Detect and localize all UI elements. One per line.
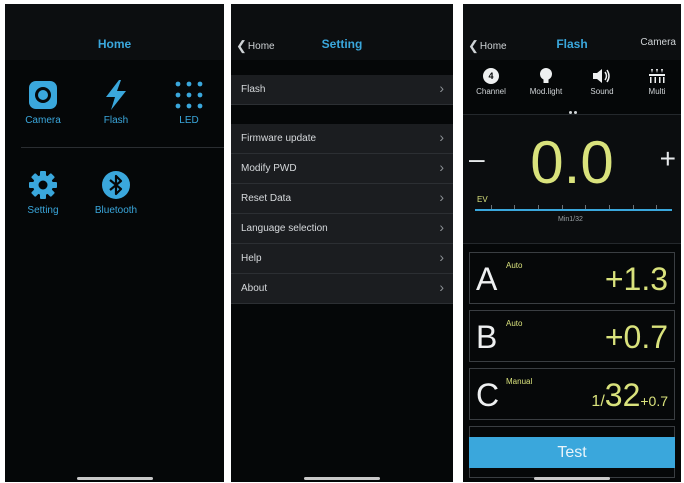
ev-value: 0.0: [530, 129, 614, 196]
channel-value: +1.3: [604, 261, 668, 297]
camera-label: Camera: [25, 115, 61, 126]
setting-item-label: Reset Data: [241, 193, 292, 204]
mode-label: Sound: [590, 87, 614, 96]
home-header: Home: [5, 4, 224, 60]
channel-mode: Manual: [506, 377, 533, 386]
setting-header: ❮Home Setting: [231, 4, 453, 60]
channel-row-c[interactable]: C Manual 1/32+0.7: [469, 368, 675, 420]
chevron-right-icon: ›: [439, 219, 444, 235]
setting-title: Setting: [321, 37, 363, 51]
mode-label: Multi: [648, 87, 666, 96]
setting-item-label: About: [241, 283, 268, 294]
ev-slider[interactable]: [475, 209, 672, 211]
led-label: LED: [179, 115, 199, 126]
home-divider: [21, 147, 224, 148]
bluetooth-tile[interactable]: Bluetooth: [80, 168, 152, 216]
home-indicator: [76, 477, 153, 480]
led-tile[interactable]: LED: [153, 78, 224, 126]
setting-item-label: Help: [241, 253, 262, 264]
channel-mode: Auto: [506, 261, 523, 270]
channel-letter: A: [476, 261, 498, 297]
home-title: Home: [97, 37, 132, 51]
flash-screen: ❮Home Flash Camera 4 Channel Mod.light S…: [463, 4, 681, 482]
mode-sound[interactable]: Sound: [578, 66, 626, 96]
value-suffix: +0.7: [640, 393, 668, 409]
chevron-right-icon: ›: [439, 189, 444, 205]
setting-item-label: Firmware update: [241, 133, 317, 144]
home-indicator: [534, 477, 610, 480]
led-grid-icon: [153, 78, 224, 112]
home-screen: Home Camera Flash LED Setting Bluetooth: [5, 4, 224, 482]
ev-label: EV: [477, 195, 488, 204]
setting-item-firmware[interactable]: Firmware update ›: [231, 124, 453, 154]
setting-item-modify-pwd[interactable]: Modify PWD ›: [231, 154, 453, 184]
mode-channel[interactable]: 4 Channel: [467, 66, 515, 96]
mode-label: Channel: [476, 87, 506, 96]
setting-item-label: Language selection: [241, 223, 328, 234]
camera-icon: [7, 78, 79, 112]
flash-header: ❮Home Flash Camera: [463, 4, 681, 60]
channel-mode: Auto: [506, 319, 523, 328]
flash-label: Flash: [103, 115, 129, 126]
bluetooth-label: Bluetooth: [94, 205, 138, 216]
mode-multi[interactable]: Multi: [633, 66, 681, 96]
channel-letter: B: [476, 319, 498, 355]
setting-item-about[interactable]: About ›: [231, 274, 453, 304]
setting-tile[interactable]: Setting: [7, 168, 79, 216]
channel-row-a[interactable]: A Auto +1.3: [469, 252, 675, 304]
channel-value: +0.7: [604, 319, 668, 355]
min-label: Min1/32: [558, 216, 583, 223]
channel-badge: 4: [483, 68, 499, 84]
chevron-right-icon: ›: [439, 129, 444, 145]
gear-icon: [7, 168, 79, 202]
bulb-icon: [522, 66, 570, 86]
setting-label: Setting: [27, 205, 59, 216]
channel-icon: 4: [467, 66, 515, 86]
chevron-right-icon: ›: [439, 159, 444, 175]
test-button[interactable]: Test: [469, 437, 675, 468]
mode-label: Mod.light: [529, 87, 563, 96]
bluetooth-icon: [80, 168, 152, 202]
setting-screen: ❮Home Setting Flash › Firmware update › …: [231, 4, 453, 482]
setting-item-label: Modify PWD: [241, 163, 297, 174]
camera-tile[interactable]: Camera: [7, 78, 79, 126]
setting-item-flash[interactable]: Flash ›: [231, 75, 453, 105]
channel-row-b[interactable]: B Auto +0.7: [469, 310, 675, 362]
channel-letter: C: [476, 377, 500, 413]
chevron-right-icon: ›: [439, 80, 444, 96]
flash-tile[interactable]: Flash: [80, 78, 152, 126]
ev-panel: – 0.0 + EV Min1/32: [463, 114, 681, 244]
mode-modlight[interactable]: Mod.light: [522, 66, 570, 96]
value-prefix: 1/: [591, 393, 605, 410]
plus-button[interactable]: +: [660, 143, 676, 175]
setting-item-help[interactable]: Help ›: [231, 244, 453, 274]
camera-link[interactable]: Camera: [640, 37, 676, 48]
setting-item-reset-data[interactable]: Reset Data ›: [231, 184, 453, 214]
value-main: 32: [604, 377, 641, 413]
speaker-icon: [578, 66, 626, 86]
channel-value: 1/32+0.7: [591, 377, 668, 414]
multi-icon: [633, 66, 681, 86]
home-indicator: [304, 477, 380, 480]
chevron-right-icon: ›: [439, 249, 444, 265]
setting-item-label: Flash: [241, 84, 266, 95]
flash-icon: [80, 78, 152, 112]
setting-item-language[interactable]: Language selection ›: [231, 214, 453, 244]
chevron-right-icon: ›: [439, 279, 444, 295]
